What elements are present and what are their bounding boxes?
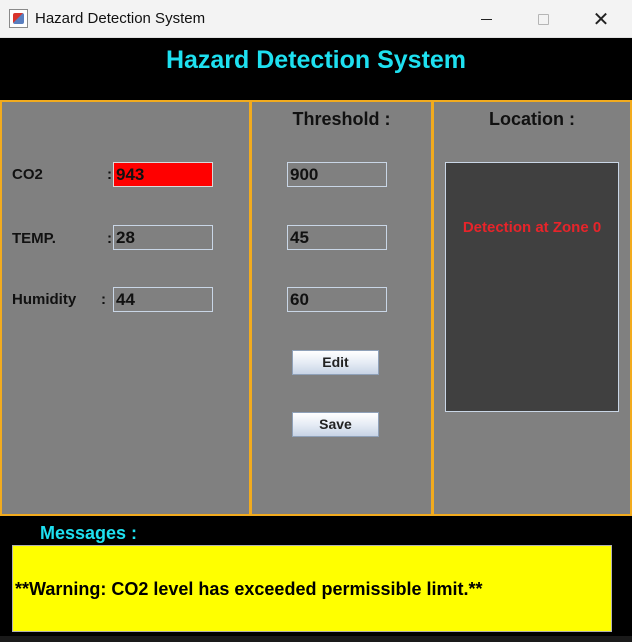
- minimize-icon: [480, 18, 492, 20]
- readings-panel: CO2 : 943 TEMP. : 28 Humidity : 44: [0, 100, 251, 516]
- humidity-threshold-field[interactable]: 60: [287, 287, 387, 312]
- page-title: Hazard Detection System: [165, 46, 467, 74]
- humidity-label: Humidity: [12, 291, 77, 308]
- temp-threshold-field[interactable]: 45: [287, 225, 387, 250]
- message-area: **Warning: CO2 level has exceeded permis…: [12, 545, 612, 632]
- maximize-button[interactable]: [520, 0, 566, 38]
- app-icon[interactable]: [9, 9, 28, 28]
- temp-colon: :: [107, 230, 112, 247]
- location-display: Detection at Zone 0: [445, 162, 619, 412]
- location-heading: Location :: [489, 109, 575, 129]
- minimize-button[interactable]: [463, 0, 509, 38]
- co2-label: CO2: [12, 166, 43, 183]
- maximize-icon: [537, 13, 549, 25]
- edit-button[interactable]: Edit: [292, 350, 379, 375]
- warning-message: **Warning: CO2 level has exceeded permis…: [15, 579, 483, 599]
- threshold-panel: Threshold : 900 45 60 Edit Save: [250, 100, 433, 516]
- close-button[interactable]: ✕: [578, 0, 624, 38]
- co2-value-field[interactable]: 943: [113, 162, 213, 187]
- humidity-colon: :: [101, 291, 106, 308]
- temp-value-field[interactable]: 28: [113, 225, 213, 250]
- detection-zone-text: Detection at Zone 0: [462, 219, 602, 236]
- window-title: Hazard Detection System: [35, 10, 206, 27]
- messages-heading: Messages :: [40, 523, 138, 543]
- bottom-strip: [0, 636, 632, 642]
- save-button[interactable]: Save: [292, 412, 379, 437]
- temp-label: TEMP.: [12, 230, 56, 247]
- co2-colon: :: [107, 166, 112, 183]
- threshold-heading: Threshold :: [292, 109, 391, 129]
- app-header: Hazard Detection System: [0, 38, 632, 100]
- co2-threshold-field[interactable]: 900: [287, 162, 387, 187]
- humidity-value-field[interactable]: 44: [113, 287, 213, 312]
- app-window: Hazard Detection System ✕ Hazard Detecti…: [0, 0, 632, 642]
- close-icon: ✕: [592, 7, 610, 31]
- location-panel: Location : Detection at Zone 0: [432, 100, 632, 516]
- title-bar: Hazard Detection System ✕: [0, 0, 632, 38]
